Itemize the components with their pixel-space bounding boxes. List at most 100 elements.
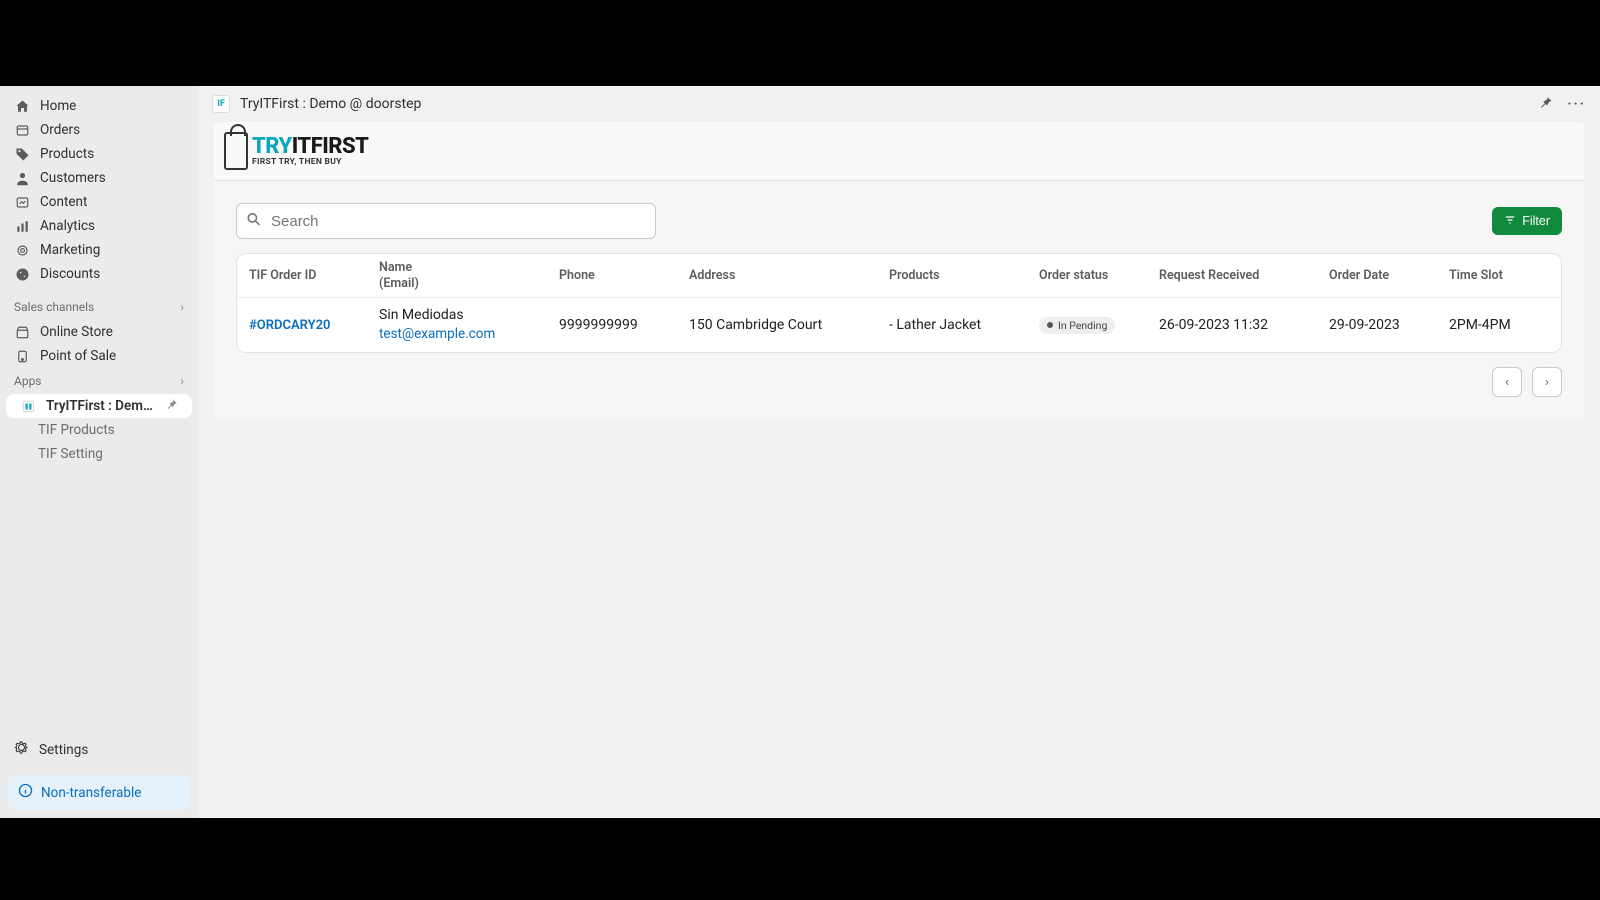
sidebar-item-label: Analytics <box>40 218 95 234</box>
sidebar-item-active-app[interactable]: TryITFirst : Demo @ d... <box>6 394 192 418</box>
sidebar-item-label: Home <box>40 98 76 114</box>
sidebar-item-label: Marketing <box>40 242 100 258</box>
table-header-row: TIF Order ID Name (Email) Phone Address … <box>237 254 1561 298</box>
sidebar-item-label: Products <box>40 146 94 162</box>
cell-order-date: 29-09-2023 <box>1329 317 1449 333</box>
cell-products: - Lather Jacket <box>889 317 1039 333</box>
filter-label: Filter <box>1522 214 1550 228</box>
section-label: Apps <box>14 374 42 388</box>
sidebar-item-products[interactable]: Products <box>0 142 198 166</box>
status-badge: In Pending <box>1039 317 1115 334</box>
sidebar-item-label: Settings <box>39 742 88 758</box>
gear-icon <box>14 740 29 759</box>
pin-icon[interactable] <box>1538 95 1553 114</box>
sidebar-item-settings[interactable]: Settings <box>0 734 198 765</box>
col-address: Address <box>689 268 889 283</box>
search-input[interactable] <box>236 203 656 239</box>
brand-logo: TRYITFIRST FIRST TRY, THEN BUY <box>224 132 368 170</box>
status-dot-icon <box>1047 322 1053 328</box>
sidebar-item-discounts[interactable]: Discounts <box>0 262 198 286</box>
sidebar-item-label: Point of Sale <box>40 348 116 364</box>
sidebar-item-label: Discounts <box>40 266 100 282</box>
app-mini-logo-icon: IF <box>212 95 230 113</box>
col-request: Request Received <box>1159 268 1329 283</box>
table-row: #ORDCARY20 Sin Mediodas test@example.com… <box>237 298 1561 352</box>
pos-icon <box>14 348 30 364</box>
info-icon <box>18 783 33 802</box>
sidebar-sub-tif-products[interactable]: TIF Products <box>0 418 198 442</box>
status-text: In Pending <box>1058 319 1107 332</box>
brand-header: TRYITFIRST FIRST TRY, THEN BUY <box>214 122 1584 181</box>
col-phone: Phone <box>559 268 689 283</box>
sidebar-item-label: TIF Products <box>38 422 115 438</box>
sidebar-item-orders[interactable]: Orders <box>0 118 198 142</box>
letterbox-top <box>0 0 1600 86</box>
apps-header[interactable]: Apps › <box>0 368 198 394</box>
sidebar-sub-tif-setting[interactable]: TIF Setting <box>0 442 198 466</box>
cell-request: 26-09-2023 11:32 <box>1159 317 1329 333</box>
sidebar-item-label: TIF Setting <box>38 446 103 462</box>
sidebar-item-analytics[interactable]: Analytics <box>0 214 198 238</box>
person-icon <box>14 170 30 186</box>
marketing-icon <box>14 242 30 258</box>
chevron-right-icon: › <box>180 300 184 314</box>
pill-label: Non-transferable <box>41 785 141 801</box>
brand-text-it: IT <box>292 134 311 159</box>
analytics-icon <box>14 218 30 234</box>
filter-button[interactable]: Filter <box>1492 207 1562 235</box>
col-slot: Time Slot <box>1449 268 1549 283</box>
search-icon <box>246 212 261 231</box>
chevron-right-icon: › <box>1545 375 1549 390</box>
content-icon <box>14 194 30 210</box>
col-name: Name (Email) <box>379 260 559 291</box>
customer-name: Sin Mediodas <box>379 306 559 325</box>
col-order-date: Order Date <box>1329 268 1449 283</box>
filter-icon <box>1504 214 1516 229</box>
sidebar-item-label: Content <box>40 194 87 210</box>
sidebar-item-pos[interactable]: Point of Sale <box>0 344 198 368</box>
search-wrap <box>236 203 656 239</box>
sidebar-item-online-store[interactable]: Online Store <box>0 320 198 344</box>
sidebar-item-customers[interactable]: Customers <box>0 166 198 190</box>
bag-icon <box>224 132 248 170</box>
next-page-button[interactable]: › <box>1532 367 1562 397</box>
app-icon <box>20 398 36 414</box>
sidebar-item-label: Orders <box>40 122 80 138</box>
cell-address: 150 Cambridge Court <box>689 317 889 333</box>
letterbox-bottom <box>0 818 1600 900</box>
sidebar-item-home[interactable]: Home <box>0 94 198 118</box>
customer-email-link[interactable]: test@example.com <box>379 325 559 343</box>
sidebar-item-label: TryITFirst : Demo @ d... <box>46 398 154 414</box>
sales-channels-header[interactable]: Sales channels › <box>0 294 198 320</box>
tag-icon <box>14 146 30 162</box>
pagination: ‹ › <box>236 367 1562 397</box>
prev-page-button[interactable]: ‹ <box>1492 367 1522 397</box>
titlebar: IF TryITFirst : Demo @ doorstep ··· <box>198 86 1600 122</box>
pin-icon[interactable] <box>165 398 178 415</box>
brand-text-first: FIRST <box>311 134 369 159</box>
col-products: Products <box>889 268 1039 283</box>
sidebar-item-marketing[interactable]: Marketing <box>0 238 198 262</box>
main-panel: IF TryITFirst : Demo @ doorstep ··· TRYI… <box>198 86 1600 818</box>
section-label: Sales channels <box>14 300 94 314</box>
sidebar-item-label: Online Store <box>40 324 113 340</box>
col-status: Order status <box>1039 268 1159 283</box>
sidebar-item-label: Customers <box>40 170 106 186</box>
brand-text-try: TRY <box>252 134 292 159</box>
sidebar-item-content[interactable]: Content <box>0 190 198 214</box>
store-icon <box>14 324 30 340</box>
cell-phone: 9999999999 <box>559 317 689 333</box>
page-title: TryITFirst : Demo @ doorstep <box>240 96 421 112</box>
non-transferable-pill[interactable]: Non-transferable <box>8 775 190 810</box>
cell-slot: 2PM-4PM <box>1449 317 1549 333</box>
more-icon[interactable]: ··· <box>1567 96 1586 112</box>
order-id-link[interactable]: #ORDCARY20 <box>249 318 330 333</box>
sidebar: Home Orders Products Customers Content <box>0 86 198 818</box>
discount-icon <box>14 266 30 282</box>
home-icon <box>14 98 30 114</box>
orders-table: TIF Order ID Name (Email) Phone Address … <box>236 253 1562 353</box>
brand-tagline: FIRST TRY, THEN BUY <box>252 158 368 167</box>
chevron-left-icon: ‹ <box>1505 375 1509 390</box>
orders-icon <box>14 122 30 138</box>
chevron-right-icon: › <box>180 374 184 388</box>
